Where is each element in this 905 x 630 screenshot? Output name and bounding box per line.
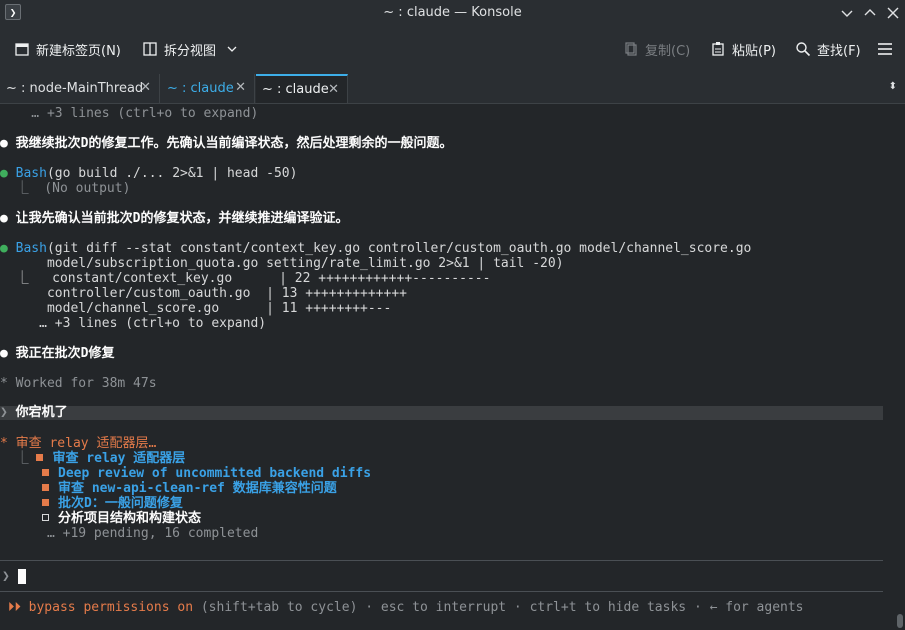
terminal-view[interactable]: … +3 lines (ctrl+o to expand) ● 我继续批次D的修… (0, 104, 905, 630)
task-item: 审查 new-api-clean-ref 数据库兼容性问题 (42, 481, 337, 497)
split-view-icon (143, 42, 157, 56)
tab-label: ~ : node-MainThread (6, 81, 144, 96)
task-status-icon (42, 499, 49, 506)
title-bar: ❯ ~ : claude — Konsole (0, 0, 905, 26)
find-label: 查找(F) (817, 43, 861, 59)
tool-output: controller/custom_oauth.go | 13 ++++++++… (0, 286, 407, 301)
find-button[interactable]: 查找(F) (795, 39, 861, 59)
new-tab-button[interactable]: 新建标签页(N) (14, 39, 121, 59)
assistant-message: ● 我正在批次D修复 (0, 346, 115, 361)
chevron-down-icon (227, 46, 237, 52)
window-title: ~ : claude — Konsole (383, 5, 522, 20)
copy-icon (625, 42, 637, 56)
close-icon[interactable]: ✕ (235, 80, 246, 95)
tool-output: model/channel_score.go | 11 ++++++++--- (0, 301, 392, 316)
task-status-icon (42, 514, 49, 521)
search-icon (796, 42, 811, 57)
assistant-message: ● 让我先确认当前批次D的修复状态，并继续推进编译验证。 (0, 211, 349, 226)
task-item: 批次D：一般问题修复 (42, 496, 183, 512)
copy-label: 复制(C) (645, 43, 691, 59)
input-divider-top (0, 560, 883, 561)
paste-label: 粘贴(P) (732, 43, 776, 59)
pin-icon[interactable]: ⬍ (889, 81, 897, 92)
new-tab-label: 新建标签页(N) (36, 43, 121, 59)
active-task: * 审查 relay 适配器层… (0, 436, 157, 451)
worked-timer: * Worked for 38m 47s (0, 376, 157, 391)
assistant-message: ● 我继续批次D的修复工作。先确认当前编译状态，然后处理剩余的一般问题。 (0, 136, 453, 151)
tab-claude-2[interactable]: ~ : claude ✕ (256, 74, 348, 103)
tab-label: ~ : claude (167, 81, 234, 96)
task-status-icon (42, 469, 49, 476)
task-item: Deep review of uncommitted backend diffs (42, 466, 371, 482)
copy-button[interactable]: 复制(C) (623, 39, 690, 59)
tool-call: ● Bash(go build ./... 2>&1 | head -50) (0, 166, 298, 181)
close-icon[interactable]: ✕ (328, 82, 339, 97)
paste-icon (712, 42, 724, 56)
tool-call: ● Bash(git diff --stat constant/context_… (0, 241, 752, 256)
split-view-label: 拆分视图 (164, 43, 217, 59)
chevron-up-icon (864, 9, 876, 16)
close-icon (887, 7, 899, 19)
user-message-highlight (0, 406, 883, 420)
task-item: ⎿ 审查 relay 适配器层 (0, 451, 186, 466)
chevron-down-icon (841, 10, 853, 17)
text-cursor[interactable] (18, 569, 26, 584)
input-prompt: ❯ (2, 569, 10, 584)
tool-output: ⎿ constant/context_key.go | 22 +++++++++… (0, 271, 491, 286)
close-window-button[interactable] (884, 4, 902, 22)
tab-claude-1[interactable]: ~ : claude ✕ (161, 74, 255, 103)
tool-output: ⎿ (No output) (0, 181, 131, 196)
task-item: 分析项目结构和构建状态 (42, 511, 201, 527)
terminal-line: … +3 lines (ctrl+o to expand) (0, 106, 259, 121)
close-icon[interactable]: ✕ (140, 80, 151, 95)
hamburger-menu-icon (878, 43, 892, 55)
task-summary: … +19 pending, 16 completed (0, 526, 259, 541)
bypass-permissions-status[interactable]: bypass permissions on (29, 600, 193, 615)
tab-node-mainthread[interactable]: ~ : node-MainThread ✕ (0, 74, 160, 103)
scrollbar[interactable] (897, 614, 903, 628)
tab-label: ~ : claude (262, 82, 329, 97)
toolbar: 新建标签页(N) 拆分视图 复制(C) 粘贴(P) 查找(F) (0, 26, 905, 72)
task-status-icon (36, 454, 44, 461)
terminal-line: model/subscription_quota.go setting/rate… (0, 256, 564, 271)
task-status-icon (42, 484, 49, 491)
new-tab-icon (15, 43, 29, 56)
user-message: ❯ 你宕机了 (0, 405, 68, 420)
tool-output: … +3 lines (ctrl+o to expand) (0, 316, 267, 331)
status-line: ⏵⏵ bypass permissions on (shift+tab to c… (0, 600, 804, 615)
maximize-button[interactable] (861, 4, 879, 22)
split-view-button[interactable]: 拆分视图 (142, 39, 238, 59)
paste-button[interactable]: 粘贴(P) (710, 39, 776, 59)
tab-bar: ~ : node-MainThread ✕ ~ : claude ✕ ~ : c… (0, 72, 905, 104)
input-divider-bottom (0, 591, 883, 592)
minimize-button[interactable] (838, 4, 856, 22)
menu-button[interactable] (877, 39, 893, 59)
